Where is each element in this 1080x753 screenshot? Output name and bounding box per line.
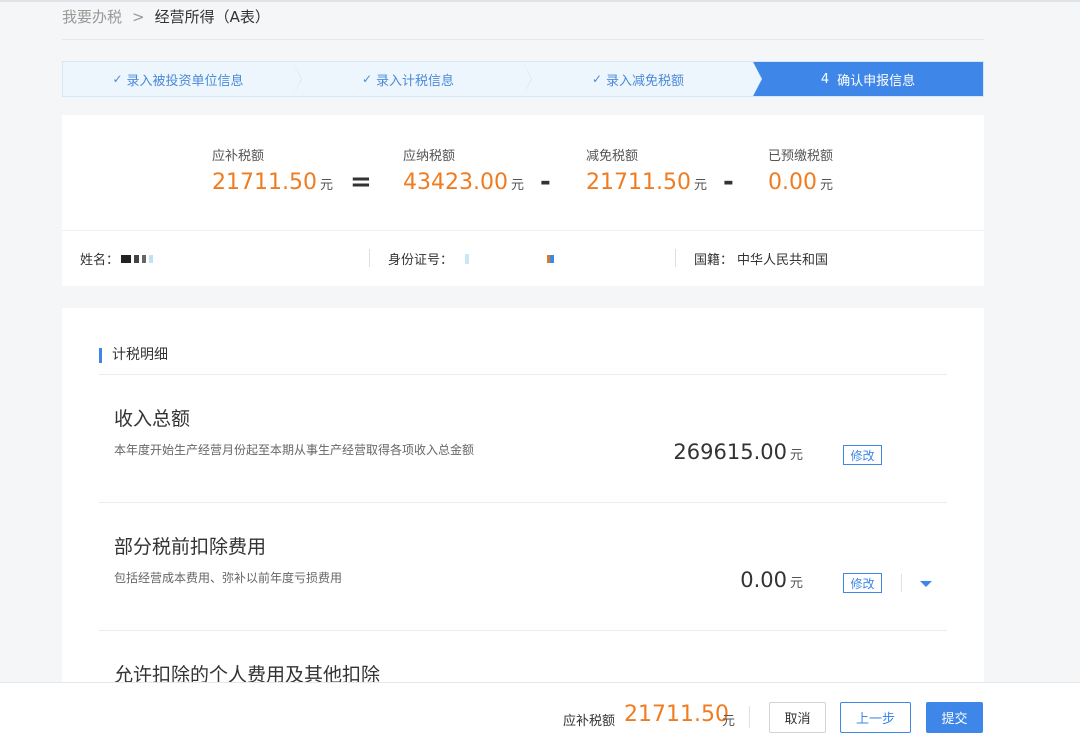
footer-tax-unit: 元 [722, 714, 736, 729]
check-icon: ✓ [361, 72, 373, 86]
top-border [0, 0, 1080, 2]
income-total-item: 收入总额 本年度开始生产经营月份起至本期从事生产经营取得各项收入总金额 2696… [99, 375, 947, 503]
footer-tax-label: 应补税额 [563, 714, 616, 729]
step-1-label: 录入被投资单位信息 [126, 73, 244, 89]
redacted-name [134, 254, 140, 263]
summary-value: 0.00 元 [768, 170, 833, 195]
summary-unit: 元 [319, 178, 333, 193]
step-4-number: 4 [820, 71, 830, 87]
summary-amount: 21711.50 [586, 170, 691, 195]
step-4-active: 4 确认申报信息 [753, 62, 983, 96]
previous-step-button[interactable]: 上一步 [840, 702, 911, 733]
tax-reduction-summary: 减免税额 21711.50 元 [586, 145, 707, 195]
summary-label: 已预缴税额 [768, 149, 834, 164]
action-divider [901, 574, 902, 592]
minus-operator: - [723, 167, 734, 197]
tax-summary-card: 应补税额 21711.50 元 = 应纳税额 43423.00 元 - 减免税额 2… [62, 115, 984, 286]
summary-unit: 元 [693, 178, 707, 193]
nationality-label: 国籍： [694, 253, 734, 268]
redacted-id [547, 254, 555, 263]
summary-unit: 元 [819, 178, 833, 193]
id-label: 身份证号： [388, 253, 454, 268]
summary-label: 应纳税额 [403, 149, 456, 164]
name-cell: 姓名： [80, 231, 154, 287]
cancel-button[interactable]: 取消 [769, 702, 826, 733]
check-icon: ✓ [591, 72, 603, 86]
footer-divider [749, 706, 750, 728]
info-divider [675, 249, 676, 267]
redacted-name [142, 254, 147, 263]
name-label: 姓名： [80, 253, 120, 268]
amount-value: 269615.00 [673, 440, 787, 464]
chevron-down-icon[interactable] [920, 581, 932, 587]
summary-value: 21711.50 元 [212, 170, 333, 195]
equals-operator: = [350, 167, 372, 197]
summary-label: 减免税额 [586, 149, 639, 164]
summary-value: 43423.00 元 [403, 170, 524, 195]
section-title: 计税明细 [99, 348, 168, 363]
summary-label: 应补税额 [212, 149, 265, 164]
breadcrumb: 我要办税 > 经营所得（A表） [62, 6, 270, 27]
income-total-amount: 269615.00 元 [673, 440, 803, 464]
redacted-id [465, 253, 470, 264]
summary-unit: 元 [510, 178, 524, 193]
summary-amount: 43423.00 [403, 170, 508, 195]
item-title: 收入总额 [114, 408, 191, 430]
tax-equation: 应补税额 21711.50 元 = 应纳税额 43423.00 元 - 减免税额 2… [62, 115, 984, 230]
minus-operator: - [540, 167, 551, 197]
step-4-label: 确认申报信息 [837, 73, 916, 89]
tax-due-summary: 应纳税额 43423.00 元 [403, 145, 524, 195]
step-1: ✓ 录入被投资单位信息 [63, 62, 302, 96]
item-title: 部分税前扣除费用 [114, 536, 267, 558]
edit-deduction-button[interactable]: 修改 [843, 573, 882, 593]
breadcrumb-separator: > [132, 7, 145, 26]
redacted-name [121, 254, 132, 263]
breadcrumb-divider [62, 39, 984, 40]
breadcrumb-current: 经营所得（A表） [154, 8, 270, 26]
amount-unit: 元 [789, 448, 803, 463]
info-divider [369, 249, 370, 267]
amount-value: 0.00 [740, 568, 787, 592]
check-icon: ✓ [112, 72, 123, 86]
amount-unit: 元 [789, 576, 803, 591]
step-3: ✓ 录入减免税额 [523, 62, 762, 96]
redacted-name [149, 254, 154, 263]
step-2-label: 录入计税信息 [376, 73, 455, 89]
nationality-cell: 国籍： 中华人民共和国 [694, 231, 828, 287]
item-description: 包括经营成本费用、弥补以前年度亏损费用 [114, 571, 343, 585]
step-2: ✓ 录入计税信息 [293, 62, 532, 96]
step-3-label: 录入减免税额 [606, 73, 685, 89]
summary-value: 21711.50 元 [586, 170, 707, 195]
nationality-value: 中华人民共和国 [737, 253, 829, 268]
tax-payable-summary: 应补税额 21711.50 元 [212, 145, 333, 195]
pretax-deduction-item: 部分税前扣除费用 包括经营成本费用、弥补以前年度亏损费用 0.00 元 修改 [99, 503, 947, 631]
submit-button[interactable]: 提交 [926, 702, 983, 733]
pretax-deduction-amount: 0.00 元 [740, 568, 803, 592]
step-progress: ✓ 录入被投资单位信息 ✓ 录入计税信息 ✓ 录入减免税额 4 确认申报信息 [62, 61, 984, 97]
footer-tax-amount: 21711.50 [624, 702, 729, 727]
id-cell: 身份证号： [388, 231, 555, 287]
taxpayer-info: 姓名： 身份证号： 国籍： 中华人民共和国 [62, 230, 984, 286]
footer-bar: 应补税额 21711.50 元 取消 上一步 提交 [0, 682, 1080, 753]
edit-income-button[interactable]: 修改 [843, 445, 882, 465]
prepaid-tax-summary: 已预缴税额 0.00 元 [768, 145, 833, 195]
summary-amount: 21711.50 [212, 170, 317, 195]
summary-amount: 0.00 [768, 170, 817, 195]
item-description: 本年度开始生产经营月份起至本期从事生产经营取得各项收入总金额 [114, 443, 475, 457]
breadcrumb-root[interactable]: 我要办税 [62, 6, 122, 27]
